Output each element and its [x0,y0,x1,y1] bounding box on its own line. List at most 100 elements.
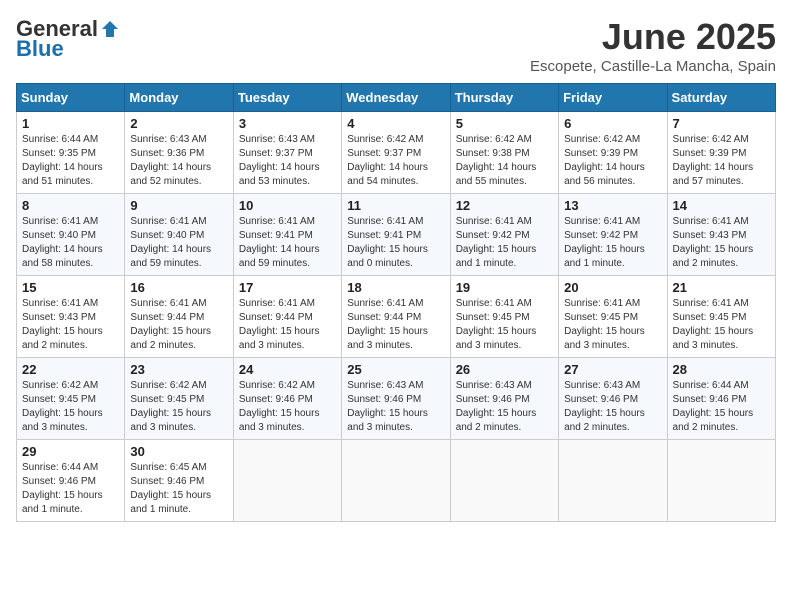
day-info: Sunrise: 6:41 AM Sunset: 9:43 PM Dayligh… [673,215,770,271]
month-title: June 2025 [530,16,776,58]
title-area: June 2025 Escopete, Castille-La Mancha, … [530,16,776,75]
day-info: Sunrise: 6:42 AM Sunset: 9:39 PM Dayligh… [673,133,770,189]
day-number: 30 [130,444,227,459]
day-info: Sunrise: 6:43 AM Sunset: 9:46 PM Dayligh… [564,379,661,435]
calendar-cell: 1 Sunrise: 6:44 AM Sunset: 9:35 PM Daylig… [17,112,125,194]
calendar-cell: 16 Sunrise: 6:41 AM Sunset: 9:44 PM Dayli… [125,276,233,358]
day-info: Sunrise: 6:41 AM Sunset: 9:41 PM Dayligh… [239,215,336,271]
calendar-header-thursday: Thursday [450,84,558,112]
day-number: 20 [564,280,661,295]
day-number: 3 [239,116,336,131]
calendar-cell [559,440,667,522]
day-number: 13 [564,198,661,213]
day-info: Sunrise: 6:41 AM Sunset: 9:45 PM Dayligh… [564,297,661,353]
day-number: 21 [673,280,770,295]
calendar-table: SundayMondayTuesdayWednesdayThursdayFrid… [16,83,776,522]
day-info: Sunrise: 6:42 AM Sunset: 9:45 PM Dayligh… [130,379,227,435]
day-number: 16 [130,280,227,295]
calendar-cell: 9 Sunrise: 6:41 AM Sunset: 9:40 PM Daylig… [125,194,233,276]
day-number: 18 [347,280,444,295]
calendar-header-saturday: Saturday [667,84,775,112]
calendar-cell: 19 Sunrise: 6:41 AM Sunset: 9:45 PM Dayli… [450,276,558,358]
logo-icon [100,19,120,39]
calendar-cell [450,440,558,522]
day-info: Sunrise: 6:41 AM Sunset: 9:40 PM Dayligh… [22,215,119,271]
calendar-cell: 25Sunrise: 6:43 AM Sunset: 9:46 PM Dayli… [342,358,450,440]
day-number: 5 [456,116,553,131]
day-info: Sunrise: 6:41 AM Sunset: 9:44 PM Dayligh… [347,297,444,353]
calendar-cell: 15Sunrise: 6:41 AM Sunset: 9:43 PM Dayli… [17,276,125,358]
day-number: 8 [22,198,119,213]
calendar-cell: 11 Sunrise: 6:41 AM Sunset: 9:41 PM Dayli… [342,194,450,276]
logo-blue-text: Blue [16,36,64,62]
day-number: 19 [456,280,553,295]
day-info: Sunrise: 6:43 AM Sunset: 9:46 PM Dayligh… [456,379,553,435]
calendar-cell: 30Sunrise: 6:45 AM Sunset: 9:46 PM Dayli… [125,440,233,522]
day-number: 25 [347,362,444,377]
calendar-cell: 17Sunrise: 6:41 AM Sunset: 9:44 PM Dayli… [233,276,341,358]
calendar-week-row: 15Sunrise: 6:41 AM Sunset: 9:43 PM Dayli… [17,276,776,358]
day-number: 14 [673,198,770,213]
calendar-header-tuesday: Tuesday [233,84,341,112]
day-number: 29 [22,444,119,459]
calendar-cell [342,440,450,522]
calendar-cell: 3 Sunrise: 6:43 AM Sunset: 9:37 PM Daylig… [233,112,341,194]
day-info: Sunrise: 6:41 AM Sunset: 9:45 PM Dayligh… [456,297,553,353]
day-info: Sunrise: 6:41 AM Sunset: 9:42 PM Dayligh… [456,215,553,271]
calendar-cell: 29 Sunrise: 6:44 AM Sunset: 9:46 PM Dayli… [17,440,125,522]
logo: General Blue [16,16,120,62]
day-info: Sunrise: 6:41 AM Sunset: 9:41 PM Dayligh… [347,215,444,271]
calendar-header-friday: Friday [559,84,667,112]
calendar-body: 1 Sunrise: 6:44 AM Sunset: 9:35 PM Daylig… [17,112,776,522]
calendar-cell [233,440,341,522]
calendar-cell: 20 Sunrise: 6:41 AM Sunset: 9:45 PM Dayli… [559,276,667,358]
day-number: 4 [347,116,444,131]
day-info: Sunrise: 6:41 AM Sunset: 9:40 PM Dayligh… [130,215,227,271]
calendar-cell: 24 Sunrise: 6:42 AM Sunset: 9:46 PM Dayli… [233,358,341,440]
calendar-week-row: 29 Sunrise: 6:44 AM Sunset: 9:46 PM Dayli… [17,440,776,522]
calendar-cell: 5 Sunrise: 6:42 AM Sunset: 9:38 PM Daylig… [450,112,558,194]
day-info: Sunrise: 6:41 AM Sunset: 9:44 PM Dayligh… [130,297,227,353]
calendar-header-monday: Monday [125,84,233,112]
day-number: 11 [347,198,444,213]
calendar-cell: 28 Sunrise: 6:44 AM Sunset: 9:46 PM Dayli… [667,358,775,440]
day-number: 7 [673,116,770,131]
calendar-week-row: 8 Sunrise: 6:41 AM Sunset: 9:40 PM Daylig… [17,194,776,276]
calendar-header-wednesday: Wednesday [342,84,450,112]
day-number: 28 [673,362,770,377]
day-info: Sunrise: 6:43 AM Sunset: 9:36 PM Dayligh… [130,133,227,189]
calendar-cell: 23 Sunrise: 6:42 AM Sunset: 9:45 PM Dayli… [125,358,233,440]
day-number: 6 [564,116,661,131]
day-info: Sunrise: 6:42 AM Sunset: 9:37 PM Dayligh… [347,133,444,189]
calendar-cell: 18 Sunrise: 6:41 AM Sunset: 9:44 PM Dayli… [342,276,450,358]
day-number: 2 [130,116,227,131]
day-info: Sunrise: 6:42 AM Sunset: 9:46 PM Dayligh… [239,379,336,435]
page-header: General Blue June 2025 Escopete, Castill… [16,16,776,75]
day-info: Sunrise: 6:43 AM Sunset: 9:37 PM Dayligh… [239,133,336,189]
calendar-cell: 8 Sunrise: 6:41 AM Sunset: 9:40 PM Daylig… [17,194,125,276]
calendar-cell: 27Sunrise: 6:43 AM Sunset: 9:46 PM Dayli… [559,358,667,440]
calendar-cell: 12Sunrise: 6:41 AM Sunset: 9:42 PM Dayli… [450,194,558,276]
calendar-cell: 6 Sunrise: 6:42 AM Sunset: 9:39 PM Daylig… [559,112,667,194]
day-info: Sunrise: 6:42 AM Sunset: 9:45 PM Dayligh… [22,379,119,435]
day-number: 9 [130,198,227,213]
day-number: 15 [22,280,119,295]
calendar-header-row: SundayMondayTuesdayWednesdayThursdayFrid… [17,84,776,112]
day-info: Sunrise: 6:44 AM Sunset: 9:46 PM Dayligh… [673,379,770,435]
calendar-cell: 14 Sunrise: 6:41 AM Sunset: 9:43 PM Dayli… [667,194,775,276]
calendar-cell: 26 Sunrise: 6:43 AM Sunset: 9:46 PM Dayli… [450,358,558,440]
day-info: Sunrise: 6:42 AM Sunset: 9:38 PM Dayligh… [456,133,553,189]
calendar-cell: 10Sunrise: 6:41 AM Sunset: 9:41 PM Dayli… [233,194,341,276]
calendar-cell: 7 Sunrise: 6:42 AM Sunset: 9:39 PM Daylig… [667,112,775,194]
day-number: 26 [456,362,553,377]
day-number: 23 [130,362,227,377]
day-info: Sunrise: 6:41 AM Sunset: 9:45 PM Dayligh… [673,297,770,353]
day-number: 24 [239,362,336,377]
day-info: Sunrise: 6:42 AM Sunset: 9:39 PM Dayligh… [564,133,661,189]
calendar-header-sunday: Sunday [17,84,125,112]
day-info: Sunrise: 6:44 AM Sunset: 9:35 PM Dayligh… [22,133,119,189]
day-info: Sunrise: 6:44 AM Sunset: 9:46 PM Dayligh… [22,461,119,517]
day-info: Sunrise: 6:41 AM Sunset: 9:44 PM Dayligh… [239,297,336,353]
day-info: Sunrise: 6:41 AM Sunset: 9:42 PM Dayligh… [564,215,661,271]
day-number: 1 [22,116,119,131]
